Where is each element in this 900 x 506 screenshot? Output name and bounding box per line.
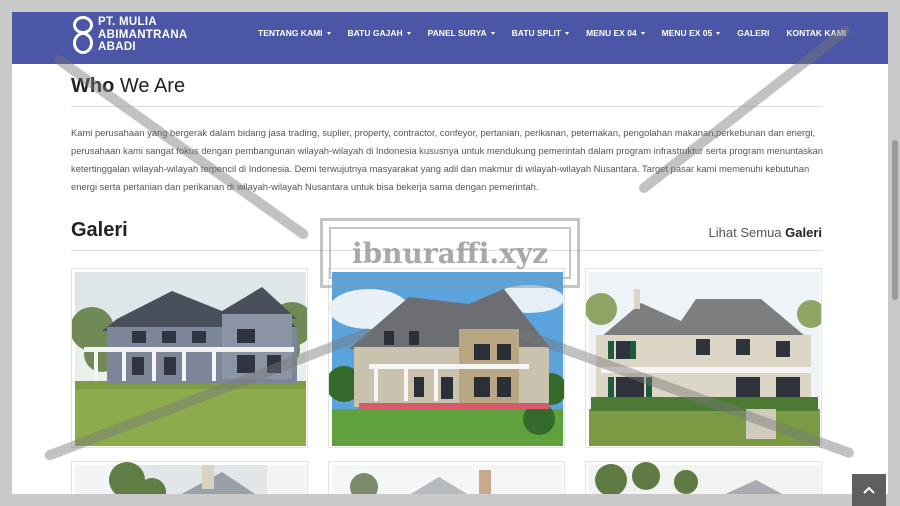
caret-down-icon: [326, 31, 331, 35]
navbar: PT. MULIA ABIMANTRANA ABADI TENTANG KAMI…: [12, 12, 888, 64]
scrollbar-thumb[interactable]: [892, 140, 898, 300]
caret-down-icon: [716, 31, 721, 35]
gallery-item[interactable]: [328, 268, 565, 448]
see-all-gallery-link[interactable]: Lihat Semua Galeri: [709, 225, 822, 240]
watermark-box: ibnuraffi.xyz: [320, 218, 580, 288]
page: PT. MULIA ABIMANTRANA ABADI TENTANG KAMI…: [0, 0, 900, 506]
nav-label: MENU EX 04: [586, 28, 637, 38]
logo-mark-icon: [70, 15, 96, 55]
screen-frame-top: [0, 0, 900, 12]
see-all-prefix: Lihat Semua: [708, 225, 786, 240]
house-photo-1: [72, 272, 307, 446]
about-title-rest: We Are: [114, 75, 186, 97]
caret-down-icon: [406, 31, 411, 35]
nav-label: BATU SPLIT: [511, 28, 562, 38]
screen-frame-left: [0, 0, 12, 506]
house-photo-2: [329, 272, 564, 446]
nav-galeri[interactable]: GALERI: [737, 28, 769, 38]
brand-name: PT. MULIA ABIMANTRANA ABADI: [98, 16, 188, 54]
caret-down-icon: [565, 31, 570, 35]
nav-panel-surya[interactable]: PANEL SURYA: [428, 28, 495, 38]
see-all-bold: Galeri: [785, 225, 822, 240]
brand-line-2: ABIMANTRANA: [98, 28, 188, 41]
nav-label: BATU GAJAH: [347, 28, 403, 38]
nav-batu-gajah[interactable]: BATU GAJAH: [348, 28, 411, 38]
gallery-item[interactable]: [585, 268, 822, 448]
brand-line-3: ABADI: [98, 41, 136, 54]
brand-line-1: PT. MULIA: [98, 16, 157, 29]
gallery-item[interactable]: [71, 268, 308, 448]
main-nav: TENTANG KAMI BATU GAJAH PANEL SURYA BATU…: [258, 12, 863, 54]
nav-label: GALERI: [737, 28, 770, 38]
caret-down-icon: [640, 31, 645, 35]
nav-tentang-kami[interactable]: TENTANG KAMI: [258, 28, 331, 38]
scrollbar-track[interactable]: [888, 0, 900, 506]
screen-frame-bottom: [0, 494, 900, 506]
nav-label: MENU EX 05: [661, 28, 713, 38]
nav-batu-split[interactable]: BATU SPLIT: [511, 28, 570, 38]
brand-logo[interactable]: PT. MULIA ABIMANTRANA ABADI: [70, 14, 188, 56]
nav-label: PANEL SURYA: [427, 28, 487, 38]
back-to-top-button[interactable]: [852, 474, 886, 506]
nav-menu-ex-04[interactable]: MENU EX 04: [586, 28, 645, 38]
nav-label: TENTANG KAMI: [258, 28, 323, 38]
nav-menu-ex-05[interactable]: MENU EX 05: [662, 28, 721, 38]
house-photo-3: [586, 272, 821, 446]
gallery-title-text: Galeri: [71, 219, 128, 241]
chevron-up-icon: [863, 486, 875, 494]
watermark-text: ibnuraffi.xyz: [329, 227, 571, 279]
divider: [71, 106, 822, 107]
gallery-title: Galeri: [71, 219, 128, 242]
caret-down-icon: [490, 31, 495, 35]
